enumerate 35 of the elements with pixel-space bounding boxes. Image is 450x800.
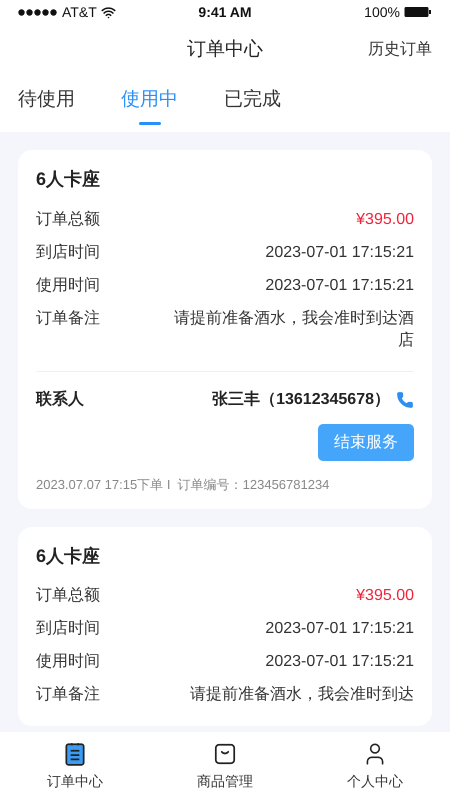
field-label: 使用时间 — [36, 276, 100, 296]
field-value: 2023-07-01 17:15:21 — [265, 619, 414, 639]
field-label: 订单总额 — [36, 210, 100, 230]
nav-tab[interactable]: 商品管理 — [150, 740, 300, 792]
field-label: 订单备注 — [36, 684, 100, 705]
clock: 9:41 AM — [198, 2, 252, 22]
field-value: 2023-07-01 17:15:21 — [265, 242, 414, 262]
field-value: 请提前准备酒水，我会准时到达酒店 — [173, 308, 414, 350]
nav-tab[interactable]: 个人中心 — [300, 740, 450, 792]
tab[interactable]: 已完成 — [224, 86, 281, 124]
field-value: ¥395.00 — [356, 586, 414, 606]
order-meta: 2023.07.07 17:15下单 I 订单编号：123456781234 — [36, 476, 330, 494]
contact-label: 联系人 — [36, 389, 84, 410]
signal-icon — [18, 8, 58, 16]
field-label: 订单备注 — [36, 308, 100, 328]
field-label: 使用时间 — [36, 652, 100, 672]
order-title: 6人卡座 — [36, 544, 102, 568]
field-value: ¥395.00 — [356, 210, 414, 230]
page-title: 订单中心 — [187, 38, 263, 62]
contact-name: 张三丰（13612345678） — [212, 390, 390, 410]
battery-icon — [404, 6, 432, 18]
order-title: 6人卡座 — [36, 168, 102, 191]
carrier: AT&T — [62, 2, 97, 22]
field-value: 2023-07-01 17:15:21 — [265, 276, 414, 296]
battery-percent: 100% — [364, 2, 400, 22]
field-value: 2023-07-01 17:15:21 — [265, 652, 414, 672]
history-orders-link[interactable]: 历史订单 — [368, 38, 432, 62]
field-value: 请提前准备酒水，我会准时到达 — [190, 684, 414, 705]
field-label: 到店时间 — [36, 618, 100, 639]
field-label: 到店时间 — [36, 242, 100, 262]
field-label: 订单总额 — [36, 586, 100, 606]
phone-icon[interactable] — [396, 391, 414, 409]
nav-tab[interactable]: 订单中心 — [0, 740, 150, 792]
tab[interactable]: 待使用 — [18, 86, 75, 124]
wifi-icon — [100, 4, 116, 20]
